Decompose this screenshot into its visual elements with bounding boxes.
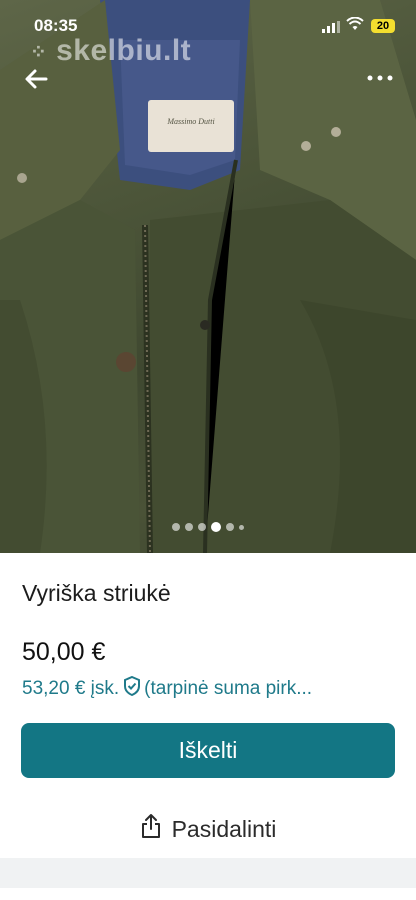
carousel-dot[interactable] [172,523,180,531]
buyer-protection-price[interactable]: 53,20 € įsk. (tarpinė suma pirk... [22,676,402,702]
share-label: Pasidalinti [171,815,277,842]
shield-check-icon [123,676,141,702]
wifi-icon [346,16,364,36]
carousel-dot[interactable] [198,523,206,531]
share-button[interactable]: Pasidalinti [0,811,416,847]
status-time: 08:35 [34,16,78,35]
carousel-dot[interactable] [226,523,234,531]
watermark-logo-icon: ⁘ [30,41,48,64]
buyer-price-value: 53,20 € įsk. [22,678,120,699]
carousel-indicator [0,521,416,533]
carousel-dot[interactable] [239,524,244,530]
bottom-section-divider [0,858,416,888]
back-arrow-icon[interactable] [22,64,52,94]
watermark: ⁘ skelbiu.lt [30,34,191,68]
promote-button[interactable]: Iškelti [21,723,395,778]
buyer-price-note: (tarpinė suma pirk... [144,678,313,699]
battery-indicator: 20 [371,19,395,33]
jacket-image: Massimo Dutti [0,0,416,553]
cellular-signal-icon [322,20,340,38]
listing-price: 50,00 € [22,638,106,666]
svg-text:Massimo Dutti: Massimo Dutti [166,117,214,126]
carousel-dot[interactable] [185,523,193,531]
watermark-text: skelbiu.lt [56,34,192,67]
carousel-dot-active[interactable] [211,522,221,532]
listing-title: Vyriška striukė [22,580,171,606]
more-options-icon[interactable] [364,66,396,90]
share-icon [140,813,162,845]
listing-photo[interactable]: Massimo Dutti 08:35 20 ⁘ skelbiu.lt [0,0,416,553]
